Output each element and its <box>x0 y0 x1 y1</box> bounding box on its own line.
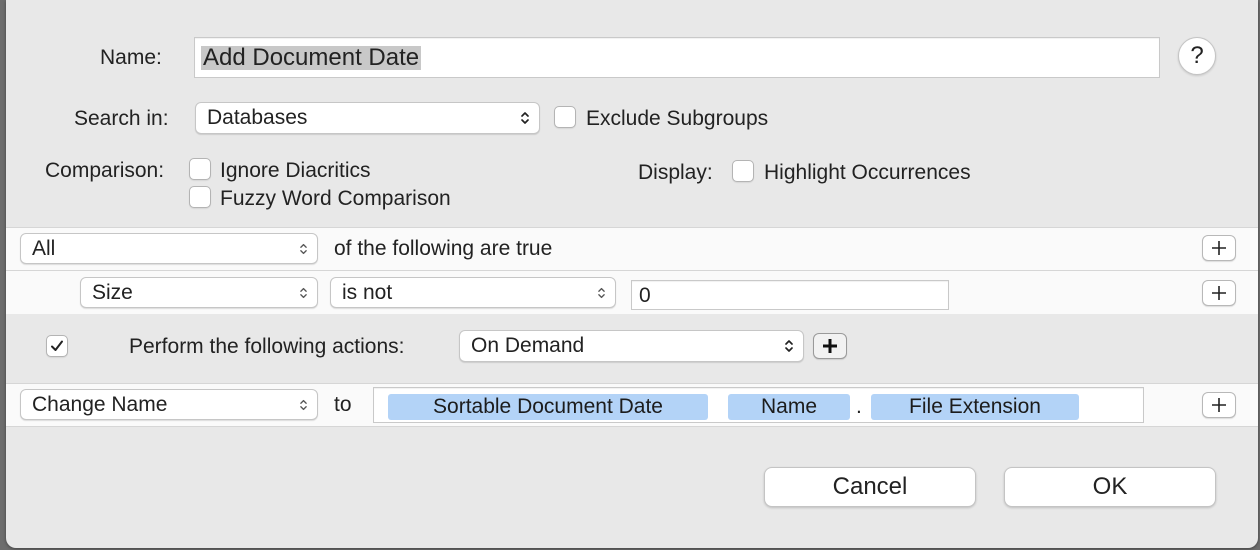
fuzzy-word-label: Fuzzy Word Comparison <box>220 187 451 210</box>
chevron-updown-icon <box>300 243 307 254</box>
perform-actions-checkbox[interactable] <box>46 335 68 357</box>
help-button[interactable]: ? <box>1178 37 1216 75</box>
search-in-value: Databases <box>207 106 308 129</box>
highlight-occurrences-checkbox[interactable] <box>732 160 754 182</box>
condition-value-field[interactable]: 0 <box>631 280 949 310</box>
placeholder-token[interactable]: Name <box>728 394 850 420</box>
add-rule-button[interactable] <box>1202 280 1236 306</box>
name-field[interactable]: Add Document Date <box>194 37 1160 78</box>
checkmark-icon <box>51 340 63 351</box>
cancel-button[interactable]: Cancel <box>764 467 976 507</box>
plus-icon <box>823 339 837 353</box>
chevron-updown-icon <box>300 399 307 410</box>
token-separator: . <box>856 395 862 418</box>
name-label: Name: <box>100 46 162 69</box>
smart-rule-dialog: Name: Add Document Date ? Search in: Dat… <box>6 0 1258 548</box>
fuzzy-word-checkbox[interactable] <box>189 186 211 208</box>
placeholder-token[interactable]: Sortable Document Date <box>388 394 708 420</box>
chevron-updown-icon <box>598 287 605 298</box>
exclude-subgroups-checkbox[interactable] <box>554 106 576 128</box>
match-popup[interactable]: All <box>20 233 318 264</box>
placeholder-token[interactable]: File Extension <box>871 394 1079 420</box>
match-value: All <box>32 236 56 260</box>
action-type-value: Change Name <box>32 392 168 416</box>
search-in-label: Search in: <box>74 107 169 130</box>
display-label: Display: <box>638 161 713 184</box>
plus-icon <box>1212 398 1226 412</box>
search-in-popup[interactable]: Databases <box>195 102 540 134</box>
action-type-popup[interactable]: Change Name <box>20 389 318 420</box>
trigger-value: On Demand <box>471 334 585 357</box>
condition-field-popup[interactable]: Size <box>80 277 318 308</box>
perform-actions-label: Perform the following actions: <box>129 335 405 358</box>
help-icon: ? <box>1190 42 1204 69</box>
name-format-field[interactable]: Sortable Document Date Name . File Exten… <box>373 387 1144 423</box>
plus-icon <box>1212 286 1226 300</box>
highlight-occurrences-label: Highlight Occurrences <box>764 161 971 184</box>
add-action-trigger-button[interactable] <box>813 333 847 359</box>
comparison-label: Comparison: <box>45 159 165 182</box>
condition-operator-popup[interactable]: is not <box>330 277 616 308</box>
condition-value: 0 <box>639 284 651 307</box>
separator <box>6 270 1258 271</box>
chevron-updown-icon <box>521 112 529 124</box>
plus-icon <box>1212 241 1226 255</box>
ignore-diacritics-checkbox[interactable] <box>189 158 211 180</box>
condition-field-value: Size <box>92 280 133 304</box>
chevron-updown-icon <box>785 340 793 352</box>
add-action-button[interactable] <box>1202 392 1236 418</box>
action-to-label: to <box>334 393 352 416</box>
ignore-diacritics-label: Ignore Diacritics <box>220 159 371 182</box>
condition-operator-value: is not <box>342 280 393 304</box>
trigger-popup[interactable]: On Demand <box>459 330 804 362</box>
ok-button[interactable]: OK <box>1004 467 1216 507</box>
separator <box>6 426 1258 427</box>
match-suffix-label: of the following are true <box>334 237 553 260</box>
name-field-value: Add Document Date <box>201 44 422 71</box>
add-condition-button[interactable] <box>1202 235 1236 261</box>
exclude-subgroups-label: Exclude Subgroups <box>586 107 769 130</box>
chevron-updown-icon <box>300 287 307 298</box>
